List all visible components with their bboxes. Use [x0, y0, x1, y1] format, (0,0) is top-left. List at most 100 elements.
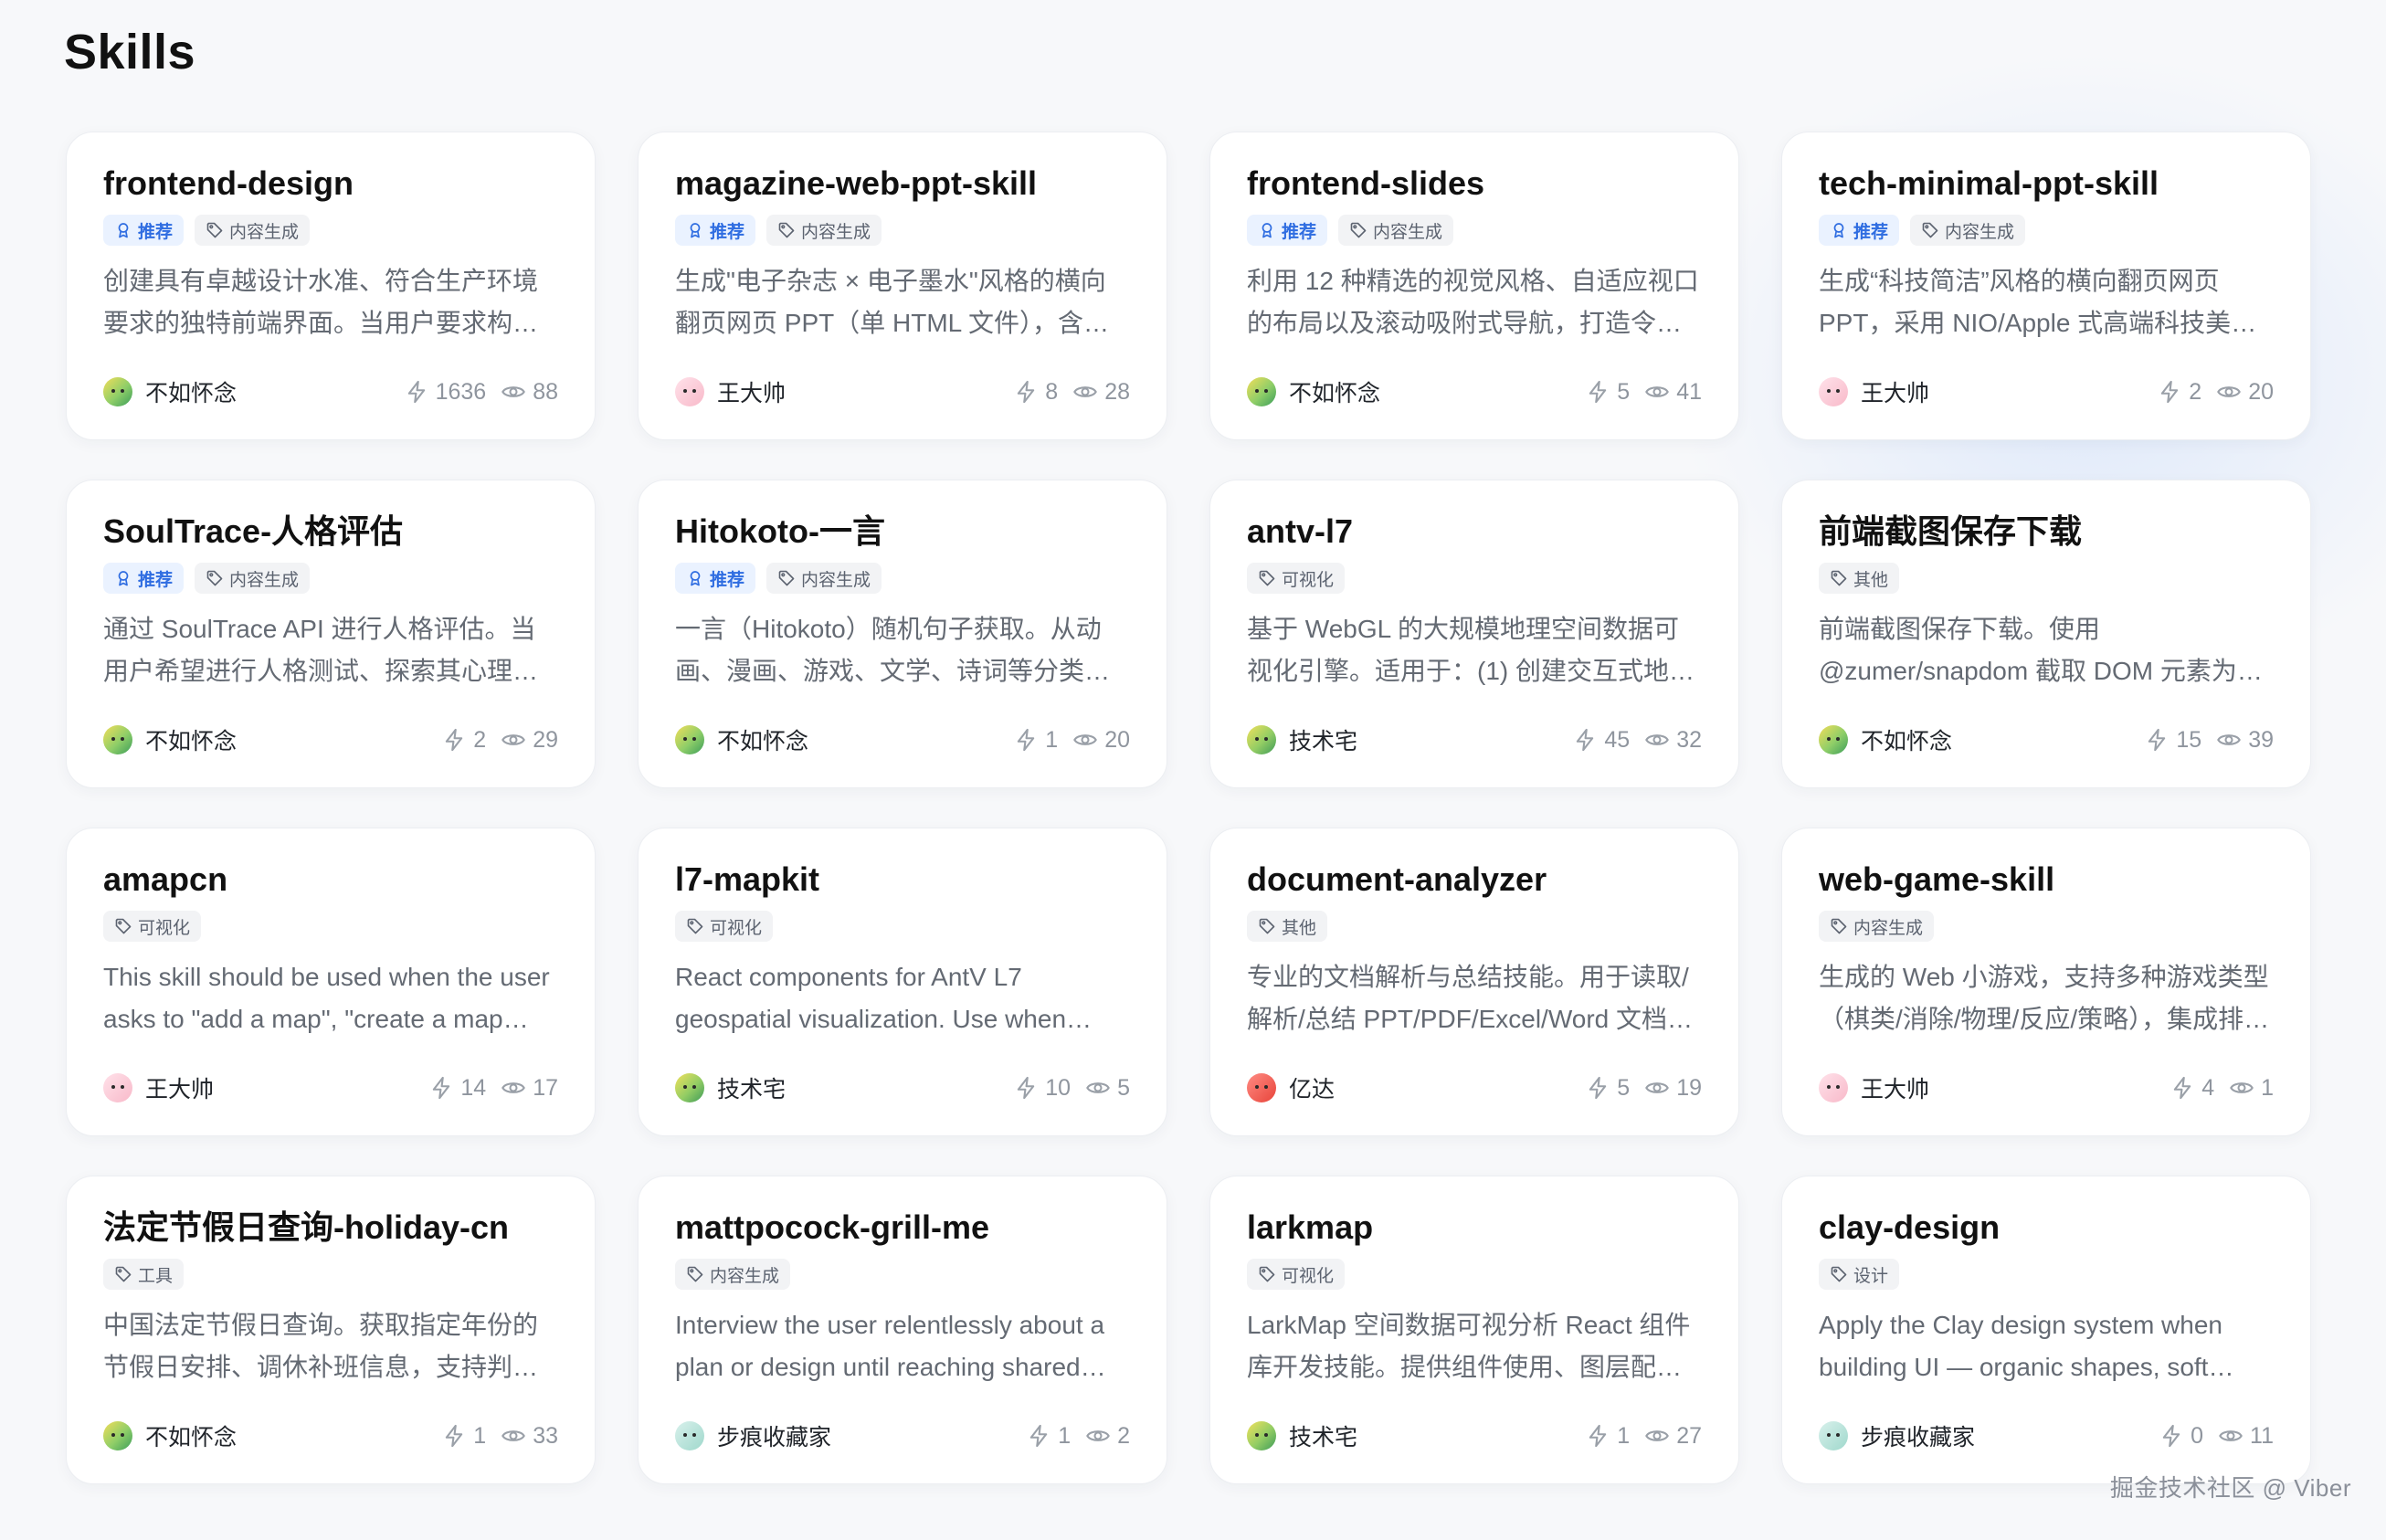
lightning-icon	[1018, 728, 1035, 752]
avatar	[103, 1073, 132, 1102]
views-stat: 33	[501, 1423, 558, 1450]
skill-card[interactable]: mattpocock-grill-me 内容生成 Interview the u…	[638, 1176, 1167, 1484]
uses-stat: 2	[2157, 379, 2201, 406]
uses-count: 2	[473, 726, 487, 753]
stats: 15 39	[2144, 727, 2274, 754]
skill-card[interactable]: magazine-web-ppt-skill 推荐 内容生成 生成"电子杂志 ×…	[638, 132, 1167, 440]
category-tag[interactable]: 可视化	[675, 911, 774, 942]
skill-card[interactable]: frontend-design 推荐 内容生成 创建具有卓越设计水准、符合生产环…	[66, 132, 596, 440]
tag-row: 其他	[1247, 911, 1702, 942]
author[interactable]: 不如怀念	[103, 723, 237, 756]
skill-description: LarkMap 空间数据可视分析 React 组件库开发技能。提供组件使用、图层…	[1247, 1311, 1691, 1381]
stats: 1 2	[1026, 1423, 1130, 1450]
skill-card[interactable]: tech-minimal-ppt-skill 推荐 内容生成 生成“科技简洁”风…	[1781, 132, 2311, 440]
category-tag[interactable]: 内容生成	[1338, 215, 1454, 246]
tag-icon	[1922, 222, 1938, 238]
card-footer: 王大帅 4 1	[1819, 1071, 2274, 1104]
author-name: 步痕收藏家	[1861, 1425, 1976, 1450]
category-tag[interactable]: 内容生成	[675, 1259, 791, 1290]
tag-icon	[1259, 1266, 1275, 1282]
category-label: 工具	[138, 1266, 174, 1286]
category-tag[interactable]: 内容生成	[195, 563, 311, 594]
stats: 2 20	[2157, 379, 2274, 406]
card-footer: 技术宅 1 27	[1247, 1419, 1702, 1452]
category-tag[interactable]: 内容生成	[1910, 215, 2026, 246]
skill-card[interactable]: 法定节假日查询-holiday-cn 工具 中国法定节假日查询。获取指定年份的节…	[66, 1176, 596, 1484]
skill-card[interactable]: 前端截图保存下载 其他 前端截图保存下载。使用 @zumer/snapdom 截…	[1781, 480, 2311, 788]
recommend-tag[interactable]: 推荐	[1247, 215, 1328, 246]
category-tag[interactable]: 内容生成	[1819, 911, 1935, 942]
author[interactable]: 技术宅	[1247, 1419, 1357, 1452]
uses-stat: 15	[2144, 727, 2201, 754]
skill-card[interactable]: document-analyzer 其他 专业的文档解析与总结技能。用于读取/解…	[1209, 828, 1739, 1136]
author[interactable]: 王大帅	[1819, 1071, 1929, 1104]
views-count: 28	[1104, 378, 1130, 405]
skill-card[interactable]: SoulTrace-人格评估 推荐 内容生成 通过 SoulTrace API …	[66, 480, 596, 788]
category-tag[interactable]: 内容生成	[195, 215, 311, 246]
views-stat: 29	[501, 727, 558, 754]
card-footer: 不如怀念 5 41	[1247, 375, 1702, 408]
author[interactable]: 王大帅	[675, 375, 786, 408]
author[interactable]: 王大帅	[103, 1071, 214, 1104]
skill-card[interactable]: antv-l7 可视化 基于 WebGL 的大规模地理空间数据可视化引擎。适用于…	[1209, 480, 1739, 788]
tag-row: 推荐 内容生成	[675, 563, 1130, 594]
recommend-tag[interactable]: 推荐	[675, 215, 756, 246]
author-name: 王大帅	[1861, 1077, 1930, 1102]
category-tag[interactable]: 可视化	[103, 911, 202, 942]
recommend-tag[interactable]: 推荐	[103, 563, 185, 594]
views-count: 17	[533, 1074, 558, 1101]
author[interactable]: 技术宅	[1247, 723, 1357, 756]
category-tag[interactable]: 可视化	[1247, 563, 1346, 594]
eye-icon	[1645, 734, 1670, 745]
author[interactable]: 不如怀念	[675, 723, 808, 756]
author[interactable]: 亿达	[1247, 1071, 1335, 1104]
stats: 5 41	[1585, 379, 1702, 406]
author[interactable]: 不如怀念	[103, 375, 237, 408]
author[interactable]: 不如怀念	[103, 1419, 237, 1452]
uses-count: 0	[2191, 1422, 2204, 1449]
skill-description: 生成“科技简洁”风格的横向翻页网页 PPT，采用 NIO/Apple 式高端科技…	[1819, 267, 2257, 337]
category-tag[interactable]: 工具	[103, 1259, 185, 1290]
skill-card[interactable]: Hitokoto-一言 推荐 内容生成 一言（Hitokoto）随机句子获取。从…	[638, 480, 1167, 788]
author[interactable]: 不如怀念	[1247, 375, 1380, 408]
category-tag[interactable]: 可视化	[1247, 1259, 1346, 1290]
author[interactable]: 技术宅	[675, 1071, 786, 1104]
views-count: 29	[533, 726, 558, 753]
skill-card[interactable]: l7-mapkit 可视化 React components for AntV …	[638, 828, 1167, 1136]
category-tag[interactable]: 内容生成	[766, 563, 882, 594]
category-tag[interactable]: 内容生成	[766, 215, 882, 246]
stats: 1 27	[1585, 1423, 1702, 1450]
skill-card[interactable]: clay-design 设计 Apply the Clay design sys…	[1781, 1176, 2311, 1484]
eye-icon	[1086, 1082, 1110, 1093]
lightning-icon	[2161, 380, 2179, 404]
category-tag[interactable]: 其他	[1819, 563, 1900, 594]
author-name: 王大帅	[145, 1077, 215, 1102]
eye-icon	[2217, 734, 2242, 745]
views-count: 39	[2248, 726, 2274, 753]
eye-icon	[1645, 1430, 1670, 1441]
author[interactable]: 王大帅	[1819, 375, 1929, 408]
recommend-tag[interactable]: 推荐	[103, 215, 185, 246]
skill-description: 生成的 Web 小游戏，支持多种游戏类型（棋类/消除/物理/反应/策略），集成排…	[1819, 963, 2270, 1033]
recommend-tag[interactable]: 推荐	[675, 563, 756, 594]
skill-card[interactable]: frontend-slides 推荐 内容生成 利用 12 种精选的视觉风格、自…	[1209, 132, 1739, 440]
author[interactable]: 步痕收藏家	[675, 1419, 831, 1452]
views-count: 32	[1676, 726, 1702, 753]
views-stat: 27	[1644, 1423, 1702, 1450]
author[interactable]: 不如怀念	[1819, 723, 1952, 756]
author[interactable]: 步痕收藏家	[1819, 1419, 1975, 1452]
uses-stat: 4	[2170, 1075, 2214, 1102]
watermark: 掘金技术社区 @ Viber	[2109, 1474, 2351, 1502]
recommend-tag[interactable]: 推荐	[1819, 215, 1900, 246]
skill-card[interactable]: web-game-skill 内容生成 生成的 Web 小游戏，支持多种游戏类型…	[1781, 828, 2311, 1136]
category-tag[interactable]: 其他	[1247, 911, 1328, 942]
author-name: 王大帅	[717, 381, 787, 406]
skill-card[interactable]: larkmap 可视化 LarkMap 空间数据可视分析 React 组件库开发…	[1209, 1176, 1739, 1484]
views-stat: 32	[1644, 727, 1702, 754]
avatar	[1819, 725, 1848, 754]
category-label: 其他	[1282, 918, 1317, 938]
category-tag[interactable]: 设计	[1819, 1259, 1900, 1290]
skill-card[interactable]: amapcn 可视化 This skill should be used whe…	[66, 828, 596, 1136]
uses-stat: 1	[1013, 727, 1058, 754]
tag-icon	[115, 918, 132, 934]
